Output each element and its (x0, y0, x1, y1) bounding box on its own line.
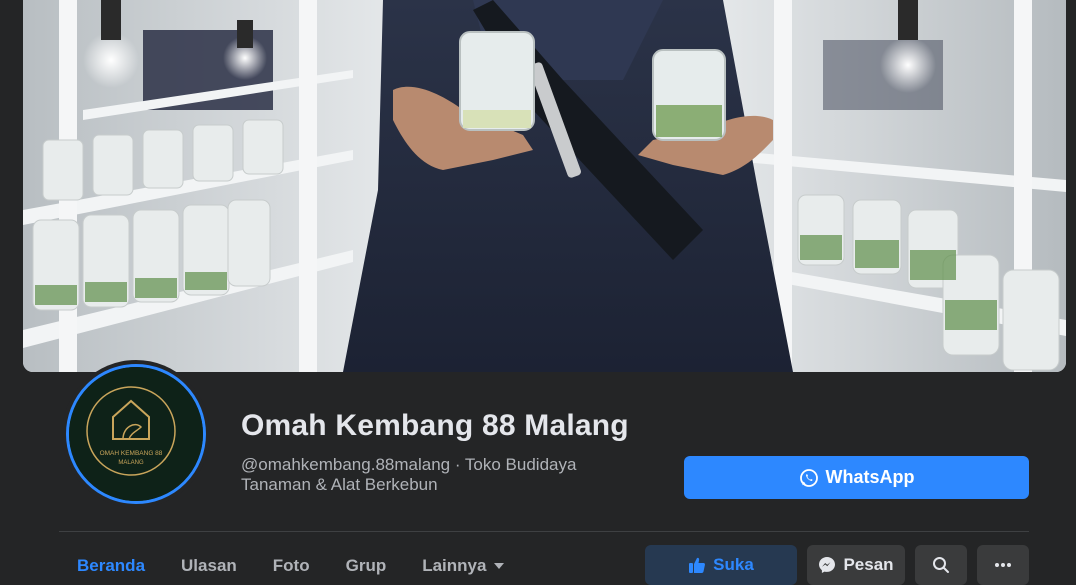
page-title: Omah Kembang 88 Malang (241, 409, 629, 442)
tab-label: Ulasan (181, 556, 237, 575)
page-tabs: Beranda Ulasan Foto Grup Lainnya (59, 545, 522, 585)
thumbs-up-icon (689, 557, 706, 573)
tab-lainnya[interactable]: Lainnya (404, 545, 522, 585)
avatar[interactable]: OMAH KEMBANG 88 MALANG (66, 364, 206, 504)
header-divider (59, 531, 1029, 532)
message-button[interactable]: Pesan (807, 545, 905, 585)
tab-label: Foto (272, 556, 310, 575)
search-button[interactable] (915, 545, 967, 585)
page-handle-category: @omahkembang.88malang · Toko Budidaya Ta… (241, 455, 661, 495)
cover-photo-image (23, 0, 1066, 372)
search-icon (933, 557, 949, 573)
whatsapp-icon (799, 468, 818, 487)
whatsapp-button[interactable]: WhatsApp (684, 456, 1029, 499)
page-handle-line: @omahkembang.88malang · Toko Budidaya (241, 455, 577, 474)
tab-label: Grup (345, 556, 387, 575)
cover-photo[interactable] (23, 0, 1066, 372)
omah-kembang-logo: OMAH KEMBANG 88 MALANG (69, 367, 203, 501)
like-button-label: Suka (713, 555, 754, 574)
logo-text-line1: OMAH KEMBANG 88 (100, 450, 163, 457)
whatsapp-button-label: WhatsApp (825, 467, 915, 487)
more-icon (995, 563, 1011, 567)
tab-foto[interactable]: Foto (255, 545, 328, 585)
tab-grup[interactable]: Grup (328, 545, 405, 585)
tab-beranda[interactable]: Beranda (59, 545, 163, 585)
facebook-page-header: OMAH KEMBANG 88 MALANG Omah Kembang 88 M… (0, 0, 1076, 585)
logo-text-line2: MALANG (118, 460, 144, 466)
tab-ulasan[interactable]: Ulasan (163, 545, 255, 585)
like-button[interactable]: Suka (645, 545, 797, 585)
message-button-label: Pesan (843, 555, 894, 574)
page-category-line: Tanaman & Alat Berkebun (241, 475, 438, 494)
tab-label: Lainnya (422, 556, 487, 575)
caret-down-icon (494, 563, 505, 569)
tab-label: Beranda (77, 556, 146, 575)
messenger-icon (819, 557, 836, 573)
more-options-button[interactable] (977, 545, 1029, 585)
